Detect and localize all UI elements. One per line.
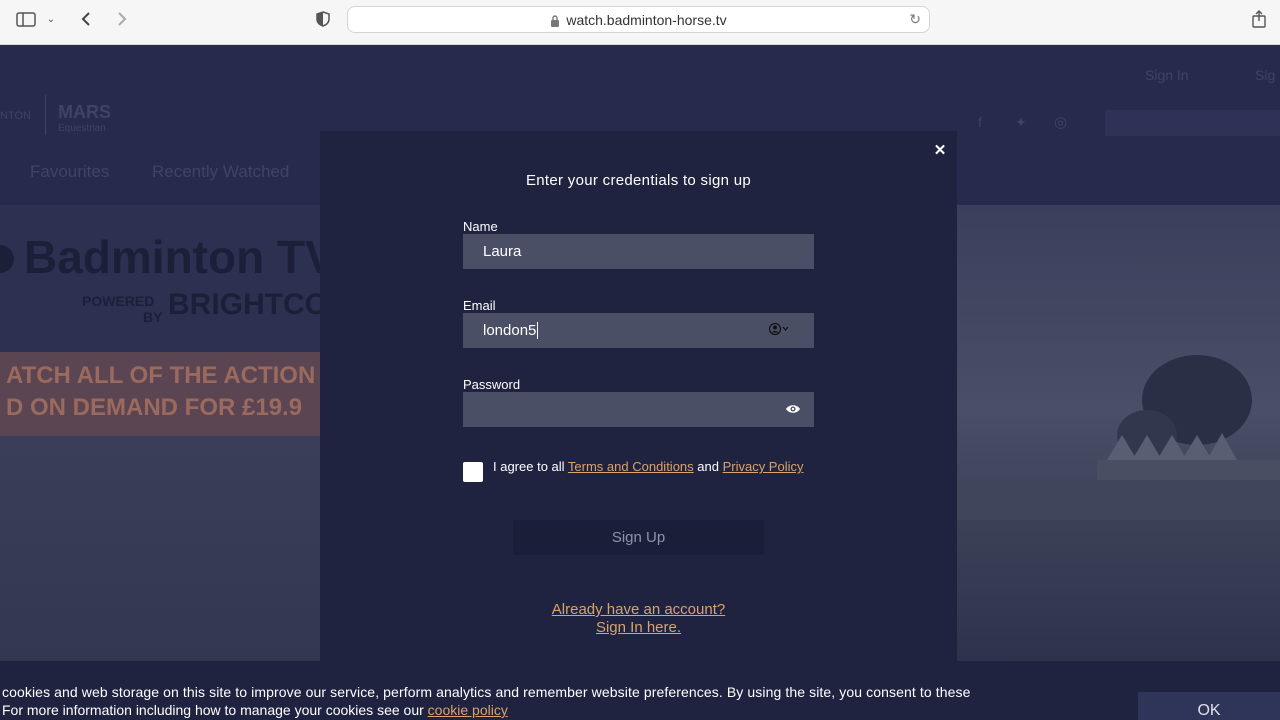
lock-icon — [551, 14, 560, 27]
tents-illustration — [957, 355, 1280, 520]
instagram-icon[interactable]: ◎ — [1054, 113, 1067, 131]
cookie-text-line-1: cookies and web storage on this site to … — [2, 684, 971, 700]
already-line-2[interactable]: Sign In here. — [320, 619, 957, 637]
promo-line-1: ATCH ALL OF THE ACTION — [6, 362, 316, 389]
chevron-down-icon[interactable]: ⌄ — [44, 8, 58, 30]
name-value: Laura — [483, 243, 522, 260]
sidebar-toggle-icon[interactable] — [14, 8, 38, 30]
hero-photo-left — [0, 436, 320, 661]
cookie-text-line-2: For more information including how to ma… — [2, 702, 508, 718]
cookie-ok-button[interactable]: OK — [1138, 692, 1280, 720]
hero-by: BY — [143, 309, 163, 325]
back-icon[interactable] — [76, 8, 96, 30]
twitter-icon[interactable]: ✦ — [1015, 114, 1027, 131]
signup-button[interactable]: Sign Up — [513, 520, 764, 555]
promo-line-2: D ON DEMAND FOR £19.9 — [6, 394, 303, 421]
hero-photo-right — [957, 205, 1280, 661]
modal-title: Enter your credentials to sign up — [525, 172, 752, 189]
play-icon — [0, 245, 14, 273]
agree-checkbox[interactable] — [463, 462, 483, 482]
password-label: Password — [463, 377, 521, 392]
share-icon[interactable] — [1249, 8, 1269, 30]
search-input[interactable] — [1105, 110, 1280, 136]
signup-modal: ✕ Enter your credentials to sign up Name… — [320, 131, 957, 661]
password-input[interactable] — [463, 392, 814, 427]
hero-powered: POWERED — [82, 293, 155, 309]
url-text: watch.badminton-horse.tv — [566, 11, 727, 28]
name-input[interactable]: Laura — [463, 234, 814, 269]
agree-text: I agree to all Terms and Conditions and … — [493, 459, 804, 474]
close-icon[interactable]: ✕ — [932, 143, 948, 159]
signin-link[interactable]: Already have an account? Sign In here. — [320, 601, 957, 637]
mars-logo-sub: Equestrian — [58, 123, 106, 134]
nav-recently-watched[interactable]: Recently Watched — [152, 162, 289, 182]
promo-band: ATCH ALL OF THE ACTION D ON DEMAND FOR £… — [0, 352, 320, 436]
privacy-link[interactable]: Privacy Policy — [723, 459, 804, 474]
reload-icon[interactable]: ↻ — [909, 11, 921, 28]
mars-logo-text: MARS — [58, 102, 111, 122]
already-line-1[interactable]: Already have an account? — [320, 601, 957, 619]
nav-favourites[interactable]: Favourites — [30, 162, 109, 182]
hero-logo-title: Badminton TV — [0, 230, 336, 284]
cookie-policy-link[interactable]: cookie policy — [428, 702, 508, 718]
hero-title-text: Badminton TV — [24, 231, 336, 283]
privacy-shield-icon[interactable] — [313, 8, 333, 30]
facebook-icon[interactable]: f — [978, 114, 982, 130]
forward-icon[interactable] — [112, 8, 132, 30]
eye-icon[interactable] — [785, 403, 801, 418]
contact-autofill-icon[interactable] — [768, 322, 791, 339]
name-label: Name — [463, 219, 498, 234]
email-input[interactable]: london5 — [463, 313, 814, 348]
header-signup-link[interactable]: Sig — [1255, 67, 1275, 83]
address-bar[interactable]: watch.badminton-horse.tv ↻ — [347, 6, 930, 33]
logo-divider — [45, 95, 46, 135]
text-cursor — [537, 322, 539, 339]
email-label: Email — [463, 298, 496, 313]
badminton-logo-text: NTON — [0, 110, 31, 122]
email-value: london5 — [483, 322, 537, 339]
browser-toolbar: ⌄ watch.badminton-horse.tv ↻ — [0, 0, 1280, 45]
header-signin-link[interactable]: Sign In — [1145, 67, 1189, 83]
terms-link[interactable]: Terms and Conditions — [568, 459, 694, 474]
cookie-banner: cookies and web storage on this site to … — [0, 661, 1280, 720]
